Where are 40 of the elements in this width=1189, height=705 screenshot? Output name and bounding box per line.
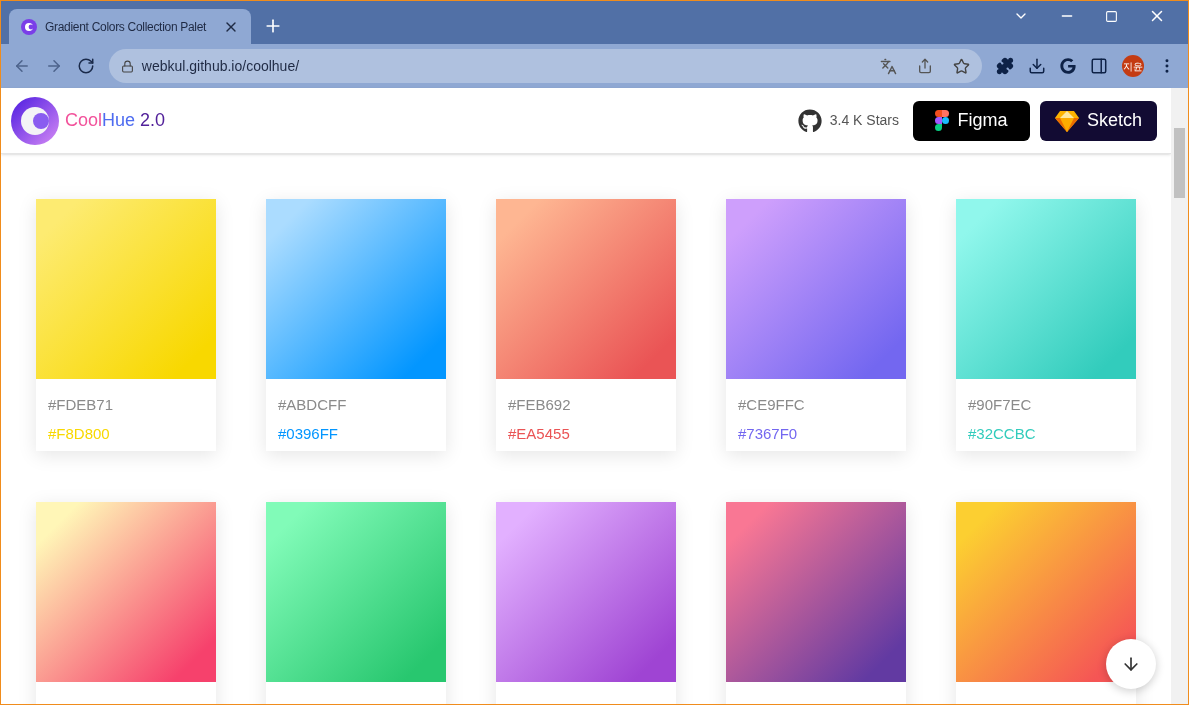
google-icon[interactable]: [1060, 58, 1077, 74]
start-color-code[interactable]: #FDEB71: [48, 394, 204, 417]
end-color-code[interactable]: #32CCBC: [968, 422, 1124, 445]
logo-icon: [11, 96, 59, 145]
github-icon[interactable]: [797, 108, 822, 133]
extensions-icon[interactable]: [996, 57, 1015, 75]
scroll-down-button[interactable]: [1106, 639, 1156, 689]
lock-icon: [120, 59, 134, 73]
diamond-icon: [1055, 109, 1079, 132]
back-icon[interactable]: [13, 57, 31, 75]
end-color-code[interactable]: #7367F0: [738, 422, 894, 445]
end-color-code[interactable]: #EA5455: [508, 422, 664, 445]
start-color-code[interactable]: #ABDCFF: [278, 394, 434, 417]
swatch-card[interactable]: #FEB692 #EA5455: [496, 199, 676, 451]
bookmark-star-icon[interactable]: [953, 57, 971, 75]
maximize-icon[interactable]: [1105, 9, 1118, 23]
start-color-code[interactable]: #CE9FFC: [738, 394, 894, 417]
side-panel-icon[interactable]: [1090, 57, 1109, 75]
swatch-card[interactable]: #ABDCFF #0396FF: [266, 199, 446, 451]
url-text: webkul.github.io/coolhue/: [141, 56, 301, 76]
share-icon[interactable]: [917, 58, 934, 74]
tab-favicon-icon: [21, 18, 37, 35]
translate-icon[interactable]: [880, 57, 898, 75]
figma-logo-icon: [935, 110, 950, 131]
figma-button[interactable]: Figma: [913, 100, 1030, 141]
brand-name[interactable]: CoolHue 2.0: [65, 107, 166, 134]
reload-icon[interactable]: [76, 57, 95, 75]
end-color-code[interactable]: #0396FF: [278, 422, 434, 445]
profile-avatar[interactable]: 지윤: [1122, 55, 1145, 77]
browser-tab[interactable]: Gradient Colors Collection Palet: [9, 9, 251, 44]
sketch-button[interactable]: Sketch: [1040, 100, 1157, 141]
download-icon[interactable]: [1028, 57, 1047, 75]
stars-count[interactable]: 3.4 K Stars: [829, 110, 899, 131]
start-color-code[interactable]: #90F7EC: [968, 394, 1124, 417]
tab-title: Gradient Colors Collection Palet: [45, 18, 208, 36]
address-bar[interactable]: webkul.github.io/coolhue/: [108, 49, 983, 83]
start-color-code[interactable]: #FEB692: [508, 394, 664, 417]
swatch-card[interactable]: #90F7EC #32CCBC: [956, 199, 1136, 451]
swatch-card[interactable]: #CE9FFC #7367F0: [726, 199, 906, 451]
swatch-card[interactable]: #FDEB71 #F8D800: [36, 199, 216, 451]
